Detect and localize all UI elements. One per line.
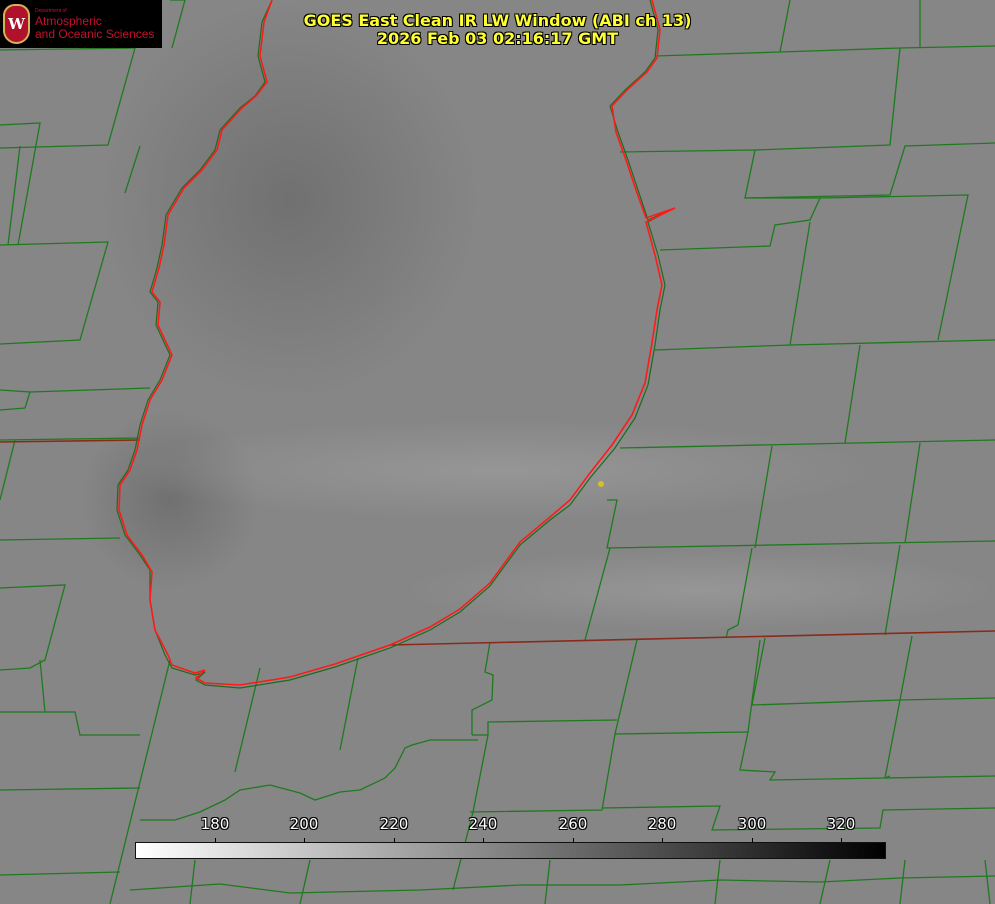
warm-band: [400, 550, 995, 630]
colorbar-tick-mark: [394, 838, 395, 843]
colorbar-tick-mark: [752, 838, 753, 843]
colorbar-tick-mark: [483, 838, 484, 843]
image-timestamp: 2026 Feb 03 02:16:17 GMT: [376, 29, 619, 48]
colorbar-tick-label: 180: [200, 815, 230, 833]
image-title: GOES East Clean IR LW Window (ABI ch 13): [303, 11, 692, 30]
colorbar-tick-label: 200: [289, 815, 319, 833]
colorbar: [135, 842, 886, 859]
satellite-map[interactable]: [0, 0, 995, 904]
colorbar-tick-label: 240: [468, 815, 498, 833]
colorbar-tick-label: 320: [826, 815, 856, 833]
colorbar-tick-mark: [215, 838, 216, 843]
cold-cloud-region: [100, 0, 480, 400]
warm-band: [120, 420, 880, 520]
colorbar-tick-mark: [662, 838, 663, 843]
colorbar-tick-mark: [841, 838, 842, 843]
colorbar-tick-mark: [304, 838, 305, 843]
colorbar-tick-label: 220: [379, 815, 409, 833]
colorbar-tick-label: 300: [737, 815, 767, 833]
colorbar-tick-mark: [573, 838, 574, 843]
colorbar-tick-label: 280: [647, 815, 677, 833]
colorbar-tick-label: 260: [558, 815, 588, 833]
location-dot-icon: [598, 481, 604, 487]
